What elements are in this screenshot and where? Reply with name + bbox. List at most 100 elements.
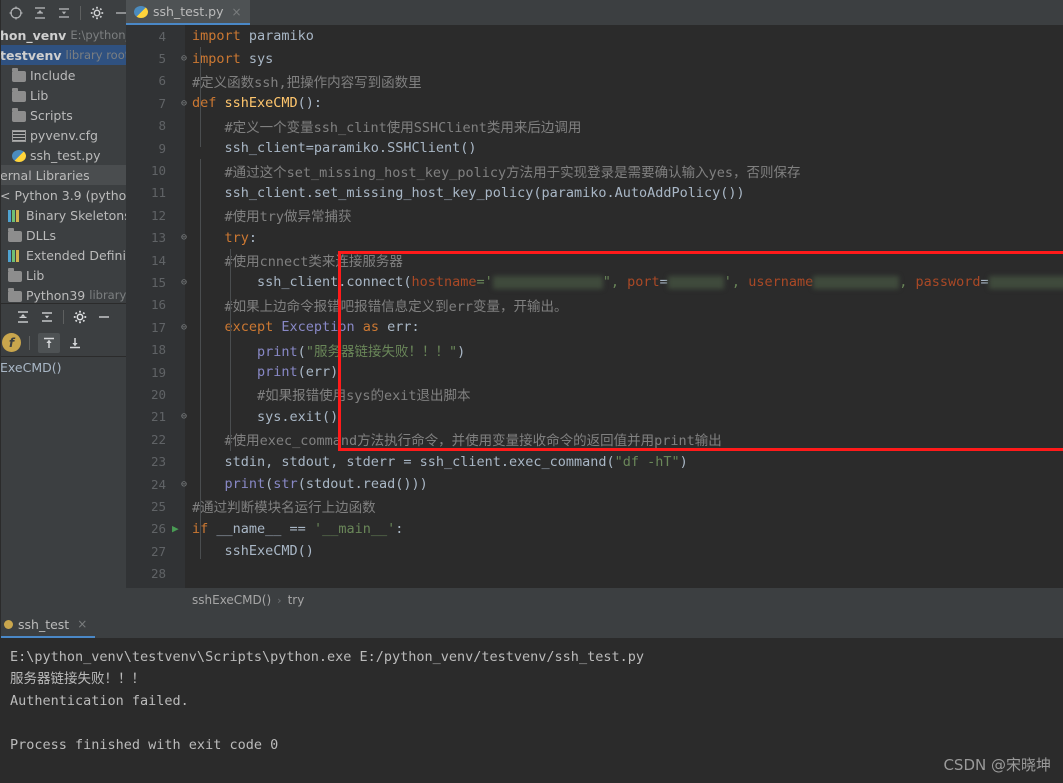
project-tree-panel[interactable]: hon_venv E:\python_v testvenv library ro… — [0, 25, 126, 310]
hide-panel-icon[interactable] — [92, 306, 116, 328]
code-text: print(str(stdout.read())) — [192, 476, 428, 492]
line-number: 20 — [150, 386, 166, 402]
code-line[interactable]: 19 print(err) — [126, 361, 1063, 383]
code-line[interactable]: 24 ⊖ print(str(stdout.read())) — [126, 473, 1063, 495]
tree-item-python39[interactable]: Python39 library ro — [0, 285, 126, 305]
code-line[interactable]: 18 print("服务器链接失败！！！") — [126, 338, 1063, 360]
code-lines-container[interactable]: 4 import paramiko 5 ⊖ import sys 6 #定义函数ssh,把操… — [126, 25, 1063, 588]
code-line[interactable]: 7 ⊖ def sshExeCMD(): — [126, 92, 1063, 114]
locate-icon[interactable] — [4, 2, 28, 24]
close-icon[interactable]: × — [77, 617, 87, 631]
code-token: print — [257, 343, 298, 360]
tree-item-external-libraries[interactable]: ernal Libraries — [0, 165, 126, 185]
breadcrumb[interactable]: sshExeCMD() › try — [126, 588, 1063, 612]
code-token: hostname — [411, 274, 477, 291]
run-tab-label: ssh_test — [18, 616, 70, 632]
settings-gear-icon[interactable] — [85, 2, 109, 24]
console-output[interactable]: E:\python_venv\testvenv\Scripts\python.e… — [0, 638, 1063, 783]
fold-toggle-icon[interactable]: ⊖ — [178, 322, 190, 333]
tree-item-lib[interactable]: Lib — [0, 85, 126, 105]
fold-toggle-icon[interactable]: ⊖ — [178, 411, 190, 422]
line-number: 16 — [150, 297, 166, 313]
code-text: #定义函数ssh,把操作内容写到函数里 — [192, 71, 422, 91]
tree-item-lib-2[interactable]: Lib — [0, 265, 126, 285]
code-line[interactable]: 9 ssh_client=paramiko.SSHClient() — [126, 137, 1063, 159]
code-line[interactable]: 21 ⊖ sys.exit() — [126, 406, 1063, 428]
code-line[interactable]: 20 #如果报错使用sys的exit退出脚本 — [126, 383, 1063, 405]
code-line[interactable]: 10 #通过这个set_missing_host_key_policy方法用于实… — [126, 159, 1063, 181]
collapse-all-icon[interactable] — [35, 306, 59, 328]
code-editor[interactable]: 4 import paramiko 5 ⊖ import sys 6 #定义函数ssh,把操… — [126, 25, 1063, 588]
folder-icon — [8, 227, 22, 242]
tree-item-dlls[interactable]: DLLs — [0, 225, 126, 245]
line-number: 17 — [150, 319, 166, 335]
fold-toggle-icon[interactable]: ⊖ — [178, 277, 190, 288]
breadcrumb-item-function[interactable]: sshExeCMD() — [192, 593, 271, 607]
line-number: 27 — [150, 543, 166, 559]
tree-item-extended-definition[interactable]: Extended Definition — [0, 245, 126, 265]
code-text: import sys — [192, 51, 273, 67]
line-number: 19 — [150, 364, 166, 380]
tree-item-scripts[interactable]: Scripts — [0, 105, 126, 125]
run-tab-ssh-test[interactable]: ssh_test × — [0, 612, 96, 638]
code-line[interactable]: 27 sshExeCMD() — [126, 540, 1063, 562]
sort-up-icon[interactable] — [38, 332, 60, 353]
code-text: #通过判断模块名运行上边函数 — [192, 496, 376, 516]
tree-item-hon-venv[interactable]: hon_venv E:\python_v — [0, 25, 126, 45]
line-number: 11 — [150, 185, 166, 201]
fold-toggle-icon[interactable]: ⊖ — [178, 479, 190, 490]
close-icon[interactable]: × — [232, 5, 242, 19]
code-line[interactable]: 22 #使用exec_command方法执行命令，并使用变量接收命令的返回值并用… — [126, 428, 1063, 450]
tree-item-include[interactable]: Include — [0, 65, 126, 85]
tree-item-secondary: library root — [65, 48, 126, 62]
code-line[interactable]: 26 ▶ if __name__ == '__main__': — [126, 518, 1063, 540]
tree-item-binary-skeletons[interactable]: Binary Skeletons — [0, 205, 126, 225]
chevron-right-icon: › — [277, 593, 282, 607]
code-line[interactable]: 17 ⊖ except Exception as err: — [126, 316, 1063, 338]
collapse-all-icon[interactable] — [52, 2, 76, 24]
code-text: sys.exit() — [192, 409, 338, 425]
structure-item-ssh-exe-cmd[interactable]: ExeCMD() — [0, 357, 126, 377]
line-number: 6 — [158, 73, 166, 89]
bars-icon — [8, 209, 22, 222]
code-text: #定义一个变量ssh_clint使用SSHClient类用来后边调用 — [192, 116, 582, 136]
tree-item-testvenv[interactable]: testvenv library root — [0, 45, 126, 65]
breadcrumb-item-try[interactable]: try — [288, 593, 305, 607]
console-line: Process finished with exit code 0 — [10, 737, 279, 753]
code-line[interactable]: 25 #通过判断模块名运行上边函数 — [126, 495, 1063, 517]
settings-gear-icon[interactable] — [68, 306, 92, 328]
tab-ssh-test-py[interactable]: ssh_test.py × — [126, 0, 250, 25]
structure-pane[interactable]: ExeCMD() — [0, 357, 126, 611]
code-line[interactable]: 5 ⊖ import sys — [126, 47, 1063, 69]
tree-item-pyvenv-cfg[interactable]: pyvenv.cfg — [0, 125, 126, 145]
sort-down-icon[interactable] — [64, 333, 86, 353]
code-token: def — [192, 95, 225, 112]
fold-toggle-icon[interactable]: ⊖ — [178, 53, 190, 64]
code-token: str — [273, 476, 298, 492]
tree-item-python-39-sdk[interactable]: < Python 3.9 (python_v — [0, 185, 126, 205]
fold-toggle-icon[interactable]: ⊖ — [178, 232, 190, 243]
code-line[interactable]: 14 #使用cnnect类来连接服务器 — [126, 249, 1063, 271]
code-line[interactable]: 12 #使用try做异常捕获 — [126, 204, 1063, 226]
code-line[interactable]: 23 stdin, stdout, stderr = ssh_client.ex… — [126, 450, 1063, 472]
tree-item-ssh-test-py[interactable]: ssh_test.py — [0, 145, 126, 165]
code-line[interactable]: 16 #如果上边命令报错吧报错信息定义到err变量，开输出。 — [126, 294, 1063, 316]
expand-all-icon[interactable] — [11, 306, 35, 328]
code-line[interactable]: 11 ssh_client.set_missing_host_key_polic… — [126, 182, 1063, 204]
fold-toggle-icon[interactable]: ⊖ — [178, 98, 190, 109]
code-token: paramiko — [240, 28, 314, 45]
config-file-icon — [12, 129, 26, 142]
code-line[interactable]: 8 #定义一个变量ssh_clint使用SSHClient类用来后边调用 — [126, 115, 1063, 137]
run-arrow-icon[interactable]: ▶ — [172, 522, 179, 535]
code-line[interactable]: 13 ⊖ try: — [126, 227, 1063, 249]
code-line[interactable]: 4 import paramiko — [126, 25, 1063, 47]
expand-all-icon[interactable] — [28, 2, 52, 24]
code-line[interactable]: 15 ⊖ ssh_client.connect(hostname=' ", port… — [126, 271, 1063, 293]
fields-filter-icon[interactable]: f — [2, 333, 21, 352]
code-line[interactable]: 6 #定义函数ssh,把操作内容写到函数里 — [126, 70, 1063, 92]
code-line[interactable]: 28 — [126, 562, 1063, 584]
code-token: print — [224, 476, 266, 492]
redacted-value — [813, 275, 900, 289]
code-token: "服务器链接失败！！！" — [305, 343, 458, 360]
